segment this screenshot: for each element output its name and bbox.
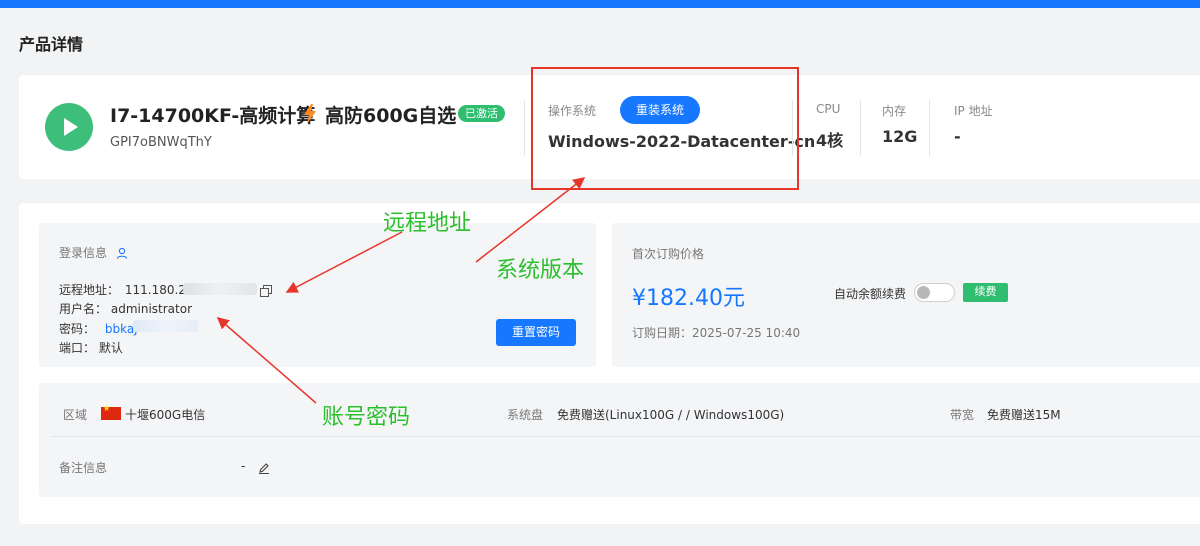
annotation-remote-address: 远程地址 — [383, 211, 472, 236]
os-version-arrow — [475, 177, 586, 263]
remote-address-arrow — [285, 231, 403, 293]
annotation-account-password: 账号密码 — [322, 405, 411, 430]
account-password-arrow — [216, 317, 317, 404]
annotation-os-version: 系统版本 — [496, 258, 585, 283]
annotation-arrows — [216, 177, 586, 404]
